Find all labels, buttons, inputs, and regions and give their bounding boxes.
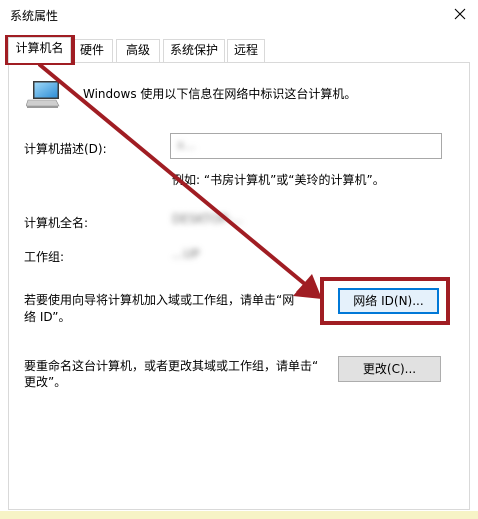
- tab-hardware[interactable]: 硬件: [71, 39, 113, 62]
- close-button[interactable]: [448, 3, 472, 25]
- bottom-strip: [0, 511, 478, 519]
- network-id-button[interactable]: 网络 ID(N)...: [338, 288, 439, 314]
- close-icon: [454, 8, 466, 20]
- tab-computer-name[interactable]: 计算机名: [8, 37, 71, 63]
- rename-text-line2: 更改”。: [24, 375, 67, 389]
- rename-text-line1: 要重命名这台计算机，或者更改其域或工作组，请单击“: [24, 359, 319, 373]
- change-button[interactable]: 更改(C)...: [338, 356, 441, 382]
- intro-text: Windows 使用以下信息在网络中标识这台计算机。: [83, 87, 357, 101]
- network-id-text-line1: 若要使用向导将计算机加入域或工作组，请单击“网: [24, 293, 295, 307]
- window-title: 系统属性: [10, 9, 59, 23]
- tab-advanced[interactable]: 高级: [116, 39, 160, 62]
- tab-remote[interactable]: 远程: [227, 39, 265, 62]
- workgroup-label: 工作组:: [24, 250, 65, 264]
- workgroup-value: ...UP: [172, 247, 200, 261]
- description-input[interactable]: x...: [170, 133, 442, 159]
- network-id-text-line2: 络 ID”。: [24, 310, 71, 324]
- computer-monitor-icon: [26, 81, 60, 108]
- tab-system-protection[interactable]: 系统保护: [163, 39, 225, 62]
- description-label: 计算机描述(D):: [24, 142, 107, 156]
- full-name-value: DESKTOP-...: [172, 212, 243, 226]
- title-bar: 系统属性: [0, 0, 478, 30]
- description-hint: 例如: “书房计算机”或“美玲的计算机”。: [172, 173, 385, 187]
- full-name-label: 计算机全名:: [24, 216, 89, 230]
- description-value: x...: [177, 138, 196, 152]
- tab-panel: [8, 62, 470, 510]
